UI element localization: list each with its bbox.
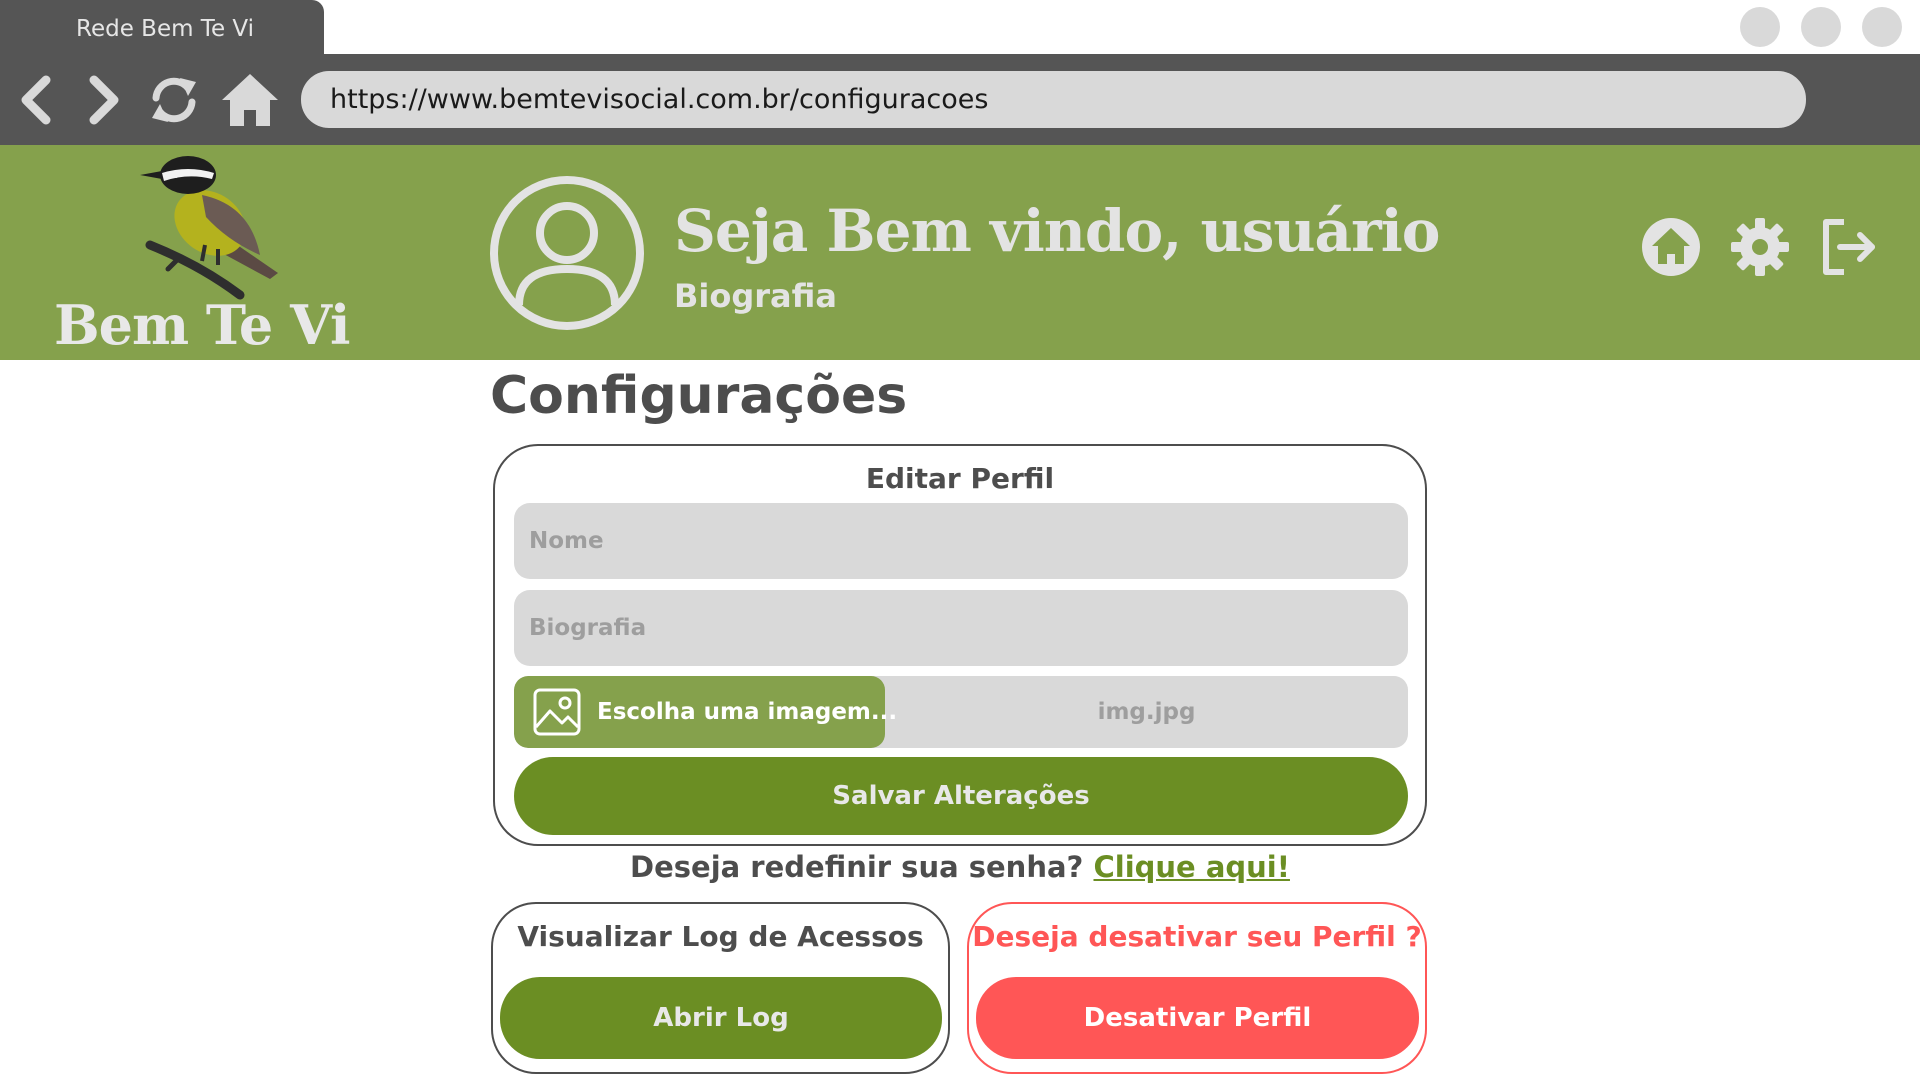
image-file-picker: Escolha uma imagem... img.jpg bbox=[514, 676, 1408, 748]
address-bar[interactable]: https://www.bemtevisocial.com.br/configu… bbox=[301, 71, 1806, 128]
choose-image-label: Escolha uma imagem... bbox=[597, 699, 898, 725]
user-biography: Biografia bbox=[674, 277, 837, 315]
image-icon bbox=[532, 687, 582, 737]
window-close-button[interactable] bbox=[1862, 7, 1902, 47]
user-avatar-icon[interactable] bbox=[489, 175, 645, 331]
browser-tab-strip: Rede Bem Te Vi bbox=[0, 0, 1920, 56]
home-icon[interactable] bbox=[1640, 216, 1702, 278]
browser-tab[interactable]: Rede Bem Te Vi bbox=[0, 0, 324, 56]
gear-icon[interactable] bbox=[1729, 216, 1791, 278]
selected-file-name: img.jpg bbox=[1097, 699, 1196, 725]
back-icon[interactable] bbox=[8, 70, 68, 130]
welcome-heading: Seja Bem vindo, usuário bbox=[674, 197, 1440, 265]
browser-toolbar: https://www.bemtevisocial.com.br/configu… bbox=[0, 54, 1920, 145]
deactivate-profile-button[interactable]: Desativar Perfil bbox=[976, 977, 1419, 1059]
forward-icon[interactable] bbox=[72, 70, 132, 130]
reset-password-link[interactable]: Clique aqui! bbox=[1093, 850, 1289, 884]
logo[interactable]: Bem Te Vi bbox=[40, 145, 351, 360]
url-text: https://www.bemtevisocial.com.br/configu… bbox=[330, 84, 989, 115]
deactivate-profile-card: Deseja desativar seu Perfil ? Desativar … bbox=[967, 902, 1427, 1074]
access-log-title: Visualizar Log de Acessos bbox=[517, 920, 924, 953]
open-log-button[interactable]: Abrir Log bbox=[500, 977, 942, 1059]
reload-icon[interactable] bbox=[144, 70, 204, 130]
edit-profile-title: Editar Perfil bbox=[865, 462, 1055, 495]
logo-text: Bem Te Vi bbox=[54, 293, 351, 357]
home-icon[interactable] bbox=[220, 70, 280, 130]
choose-image-button[interactable]: Escolha uma imagem... bbox=[514, 676, 897, 748]
save-changes-button[interactable]: Salvar Alterações bbox=[514, 757, 1408, 835]
bird-logo-icon bbox=[110, 145, 300, 300]
name-input[interactable] bbox=[514, 503, 1408, 579]
window-minimize-button[interactable] bbox=[1740, 7, 1780, 47]
browser-tab-title: Rede Bem Te Vi bbox=[76, 16, 255, 42]
reset-password-question: Deseja redefinir sua senha? bbox=[630, 850, 1084, 884]
deactivate-profile-title: Deseja desativar seu Perfil ? bbox=[972, 920, 1422, 953]
page-title: Configurações bbox=[490, 366, 908, 426]
window-maximize-button[interactable] bbox=[1801, 7, 1841, 47]
access-log-card: Visualizar Log de Acessos Abrir Log bbox=[491, 902, 950, 1074]
reset-password-prompt: Deseja redefinir sua senha? Clique aqui! bbox=[493, 850, 1427, 884]
biography-input[interactable] bbox=[514, 590, 1408, 666]
edit-profile-card: Editar Perfil Escolha uma imagem... img.… bbox=[493, 444, 1427, 846]
logout-icon[interactable] bbox=[1818, 216, 1880, 278]
app-header: Bem Te Vi Seja Bem vindo, usuário Biogra… bbox=[0, 145, 1920, 360]
